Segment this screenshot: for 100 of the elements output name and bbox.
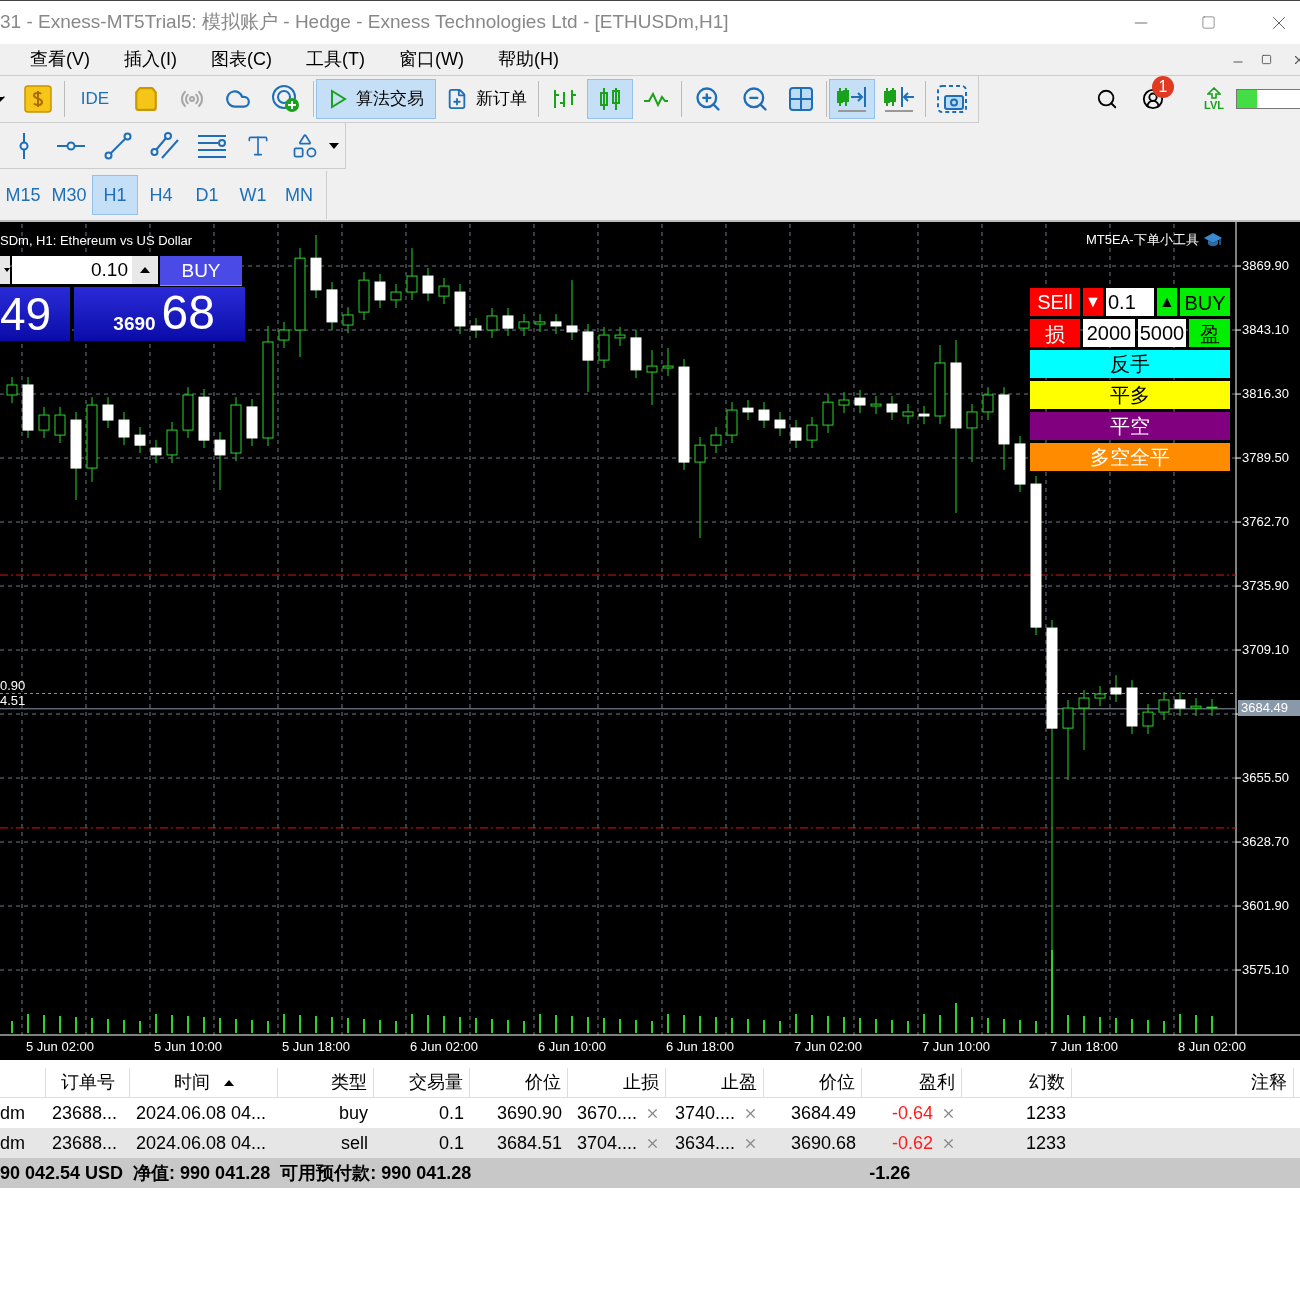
timeframe-tab[interactable]: D1 — [184, 175, 230, 215]
ide-button[interactable]: IDE — [67, 78, 123, 119]
stop-loss-field[interactable]: 2000 — [1083, 319, 1135, 347]
action-button[interactable]: 平多 — [1030, 381, 1230, 409]
search-icon[interactable] — [1096, 88, 1119, 110]
menu-item[interactable]: 窗口(W) — [399, 46, 464, 73]
column-header[interactable]: 止盈 — [721, 1069, 757, 1096]
price-label: 3843.10 — [1242, 323, 1289, 338]
time-label: 5 Jun 02:00 — [26, 1040, 94, 1054]
candlestick — [342, 306, 354, 334]
timeframe-tab[interactable]: MN — [276, 175, 322, 215]
balance-text: 90 042.54 USD — [0, 1161, 124, 1185]
column-header[interactable]: 类型 — [331, 1069, 367, 1096]
sell-price-button[interactable]: 49 — [0, 287, 70, 341]
table-cell-text: 3690.68 — [790, 1131, 856, 1155]
candlestick — [38, 406, 50, 439]
candlestick-icon — [597, 85, 623, 112]
candlestick — [102, 396, 114, 429]
table-cell-text: 1233 — [1025, 1101, 1066, 1125]
candlestick — [1094, 685, 1106, 707]
candlestick — [502, 307, 514, 337]
candlestick — [710, 426, 722, 454]
column-header[interactable]: 价位 — [819, 1069, 855, 1096]
table-cell-text: 0.1 — [438, 1131, 464, 1155]
candlestick — [966, 403, 978, 463]
candlestick — [438, 277, 450, 305]
lot-up-button[interactable] — [132, 256, 158, 284]
time-label: 7 Jun 02:00 — [794, 1040, 862, 1054]
candlestick — [838, 391, 850, 414]
chart-shift-icon — [883, 84, 915, 113]
candlestick — [902, 403, 914, 425]
toolbar-button[interactable] — [587, 78, 633, 119]
column-header[interactable]: 止损 — [623, 1069, 659, 1096]
lot-field[interactable]: 0.1 — [1106, 288, 1154, 316]
time-label: 5 Jun 10:00 — [154, 1040, 222, 1054]
menu-item[interactable]: 帮助(H) — [497, 46, 559, 73]
line-label: 4.51 — [0, 694, 26, 708]
candlestick — [1206, 698, 1218, 717]
screenshot-icon — [937, 84, 967, 113]
price-label: 3869.90 — [1242, 259, 1289, 273]
time-label: 6 Jun 18:00 — [666, 1040, 734, 1054]
restore-icon[interactable] — [1261, 54, 1272, 65]
time-label: 6 Jun 10:00 — [538, 1040, 606, 1054]
candlestick — [774, 411, 786, 437]
take-profit-button[interactable]: 盈 — [1189, 319, 1230, 347]
candlestick — [886, 395, 898, 421]
buy-price-button[interactable]: 3690 68 — [74, 287, 245, 341]
buy-button[interactable]: BUY — [1180, 288, 1230, 316]
candlestick — [918, 405, 930, 425]
equity-text: 净值: 990 041.28 — [133, 1161, 271, 1185]
menu-item[interactable]: 图表(C) — [211, 46, 272, 73]
timeframe-tab[interactable]: H4 — [138, 175, 184, 215]
take-profit-field[interactable]: 5000 — [1138, 319, 1186, 347]
autoscroll-icon — [836, 84, 868, 113]
buy-button[interactable]: BUY — [160, 256, 242, 286]
price-digits: 3690 — [113, 312, 156, 336]
toolbar-button[interactable]: 新订单 — [436, 78, 536, 119]
toolbar-button[interactable] — [829, 78, 875, 119]
column-header[interactable]: 交易量 — [409, 1069, 463, 1096]
candlestick — [646, 349, 658, 406]
table-row[interactable]: dm 23688... 2024.06.08 04... sell 0.1 3684.51 3704.... 3634.... 3690.68 -0.62 1233 — [0, 1128, 1300, 1158]
caret-icon[interactable] — [329, 142, 339, 149]
candlestick — [1190, 697, 1202, 717]
candlestick — [550, 313, 562, 335]
lot-field[interactable]: 0.10 — [12, 256, 132, 284]
candlestick — [1110, 674, 1122, 703]
column-header[interactable]: 价位 — [525, 1069, 561, 1096]
action-button[interactable]: 平空 — [1030, 412, 1230, 440]
lot-down-button[interactable]: ▼ — [1083, 288, 1103, 316]
column-header[interactable]: 注释 — [1251, 1069, 1287, 1096]
menu-item[interactable]: 工具(T) — [306, 46, 365, 73]
timeframe-tab[interactable]: M15 — [0, 175, 46, 215]
timeframe-tab[interactable]: W1 — [230, 175, 276, 215]
column-header[interactable]: 时间 — [173, 1069, 210, 1096]
column-header[interactable]: 幻数 — [1029, 1069, 1065, 1096]
up-arrow-icon — [1207, 87, 1221, 99]
menu-item[interactable]: 查看(V) — [30, 46, 90, 73]
timeframe-tab[interactable]: H1 — [92, 175, 138, 215]
candlestick — [790, 419, 802, 449]
price-label: 3575.10 — [1242, 963, 1289, 978]
candlestick — [662, 347, 674, 377]
candlestick — [134, 426, 146, 454]
stop-loss-button[interactable]: 损 — [1030, 319, 1080, 347]
ea-title: MT5EA-下单小工具 — [1086, 231, 1199, 249]
candlestick — [470, 317, 482, 339]
toolbar-button[interactable]: 算法交易 — [316, 78, 436, 119]
lot-up-button[interactable]: ▲ — [1157, 288, 1177, 316]
menu-item[interactable]: 插入(I) — [124, 46, 177, 73]
candlestick — [486, 307, 498, 339]
total-profit-text: -1.26 — [869, 1161, 911, 1185]
candlestick — [374, 273, 386, 309]
timeframe-tab[interactable]: M30 — [46, 175, 92, 215]
candlestick — [566, 279, 578, 341]
zoom-in-icon — [694, 84, 722, 113]
action-button[interactable]: 反手 — [1030, 350, 1230, 378]
shapes-icon[interactable] — [291, 131, 319, 160]
table-cell-text: 2024.06.08 04... — [136, 1131, 267, 1155]
sell-button[interactable]: SEll — [1030, 288, 1080, 316]
column-header[interactable]: 订单号 — [60, 1069, 115, 1096]
column-header[interactable]: 盈利 — [919, 1069, 955, 1096]
